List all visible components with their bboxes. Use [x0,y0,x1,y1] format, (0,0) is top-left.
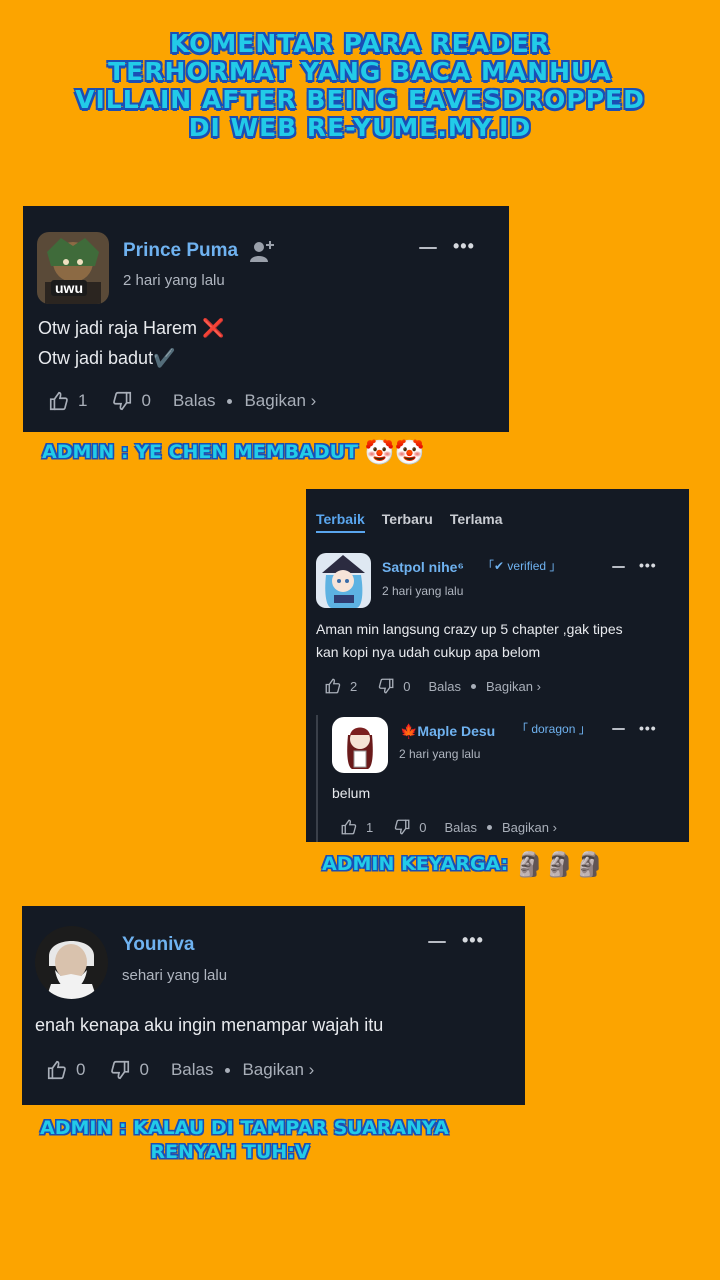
tab-terbaru[interactable]: Terbaru [382,511,433,533]
reply-button[interactable]: Balas [428,679,461,694]
username[interactable]: Youniva [122,934,195,956]
timestamp: sehari yang lalu [122,967,228,984]
like-icon[interactable] [46,1059,68,1081]
admin-note-3: ADMIN : KALAU DI TAMPAR SUARANYA RENYAH … [40,1116,449,1164]
headline-line-4: DI WEB RE-YUME.MY.ID [188,113,532,142]
separator-dot [227,398,233,404]
share-button[interactable]: Bagikan › [244,391,316,411]
reply-button[interactable]: Balas [171,1060,214,1080]
comment-card-youniva: Youniva sehari yang lalu ••• enah kenapa… [22,906,525,1105]
like-icon[interactable] [340,818,358,836]
share-button[interactable]: Bagikan › [486,679,541,694]
avatar-image [35,926,108,999]
like-icon[interactable] [324,677,342,695]
like-count: 1 [366,819,374,835]
dislike-count: 0 [419,819,427,835]
admin-note-3-line-2: RENYAH TUH:V [150,1141,310,1163]
admin-note-1-text: ADMIN : YE CHEN MEMBADUT [42,441,359,463]
like-count: 0 [76,1060,86,1079]
share-button[interactable]: Bagikan › [502,820,557,835]
admin-note-3-line-1: ADMIN : KALAU DI TAMPAR SUARANYA [40,1117,449,1139]
reply-text: belum [332,785,371,801]
comment-line-2: Otw jadi badut✔️ [38,348,176,368]
separator-dot [471,683,476,689]
avatar-image [332,717,388,773]
admin-note-1: ADMIN : YE CHEN MEMBADUT 🤡🤡 [42,440,424,465]
admin-note-2-text: ADMIN KEYARGA: [322,853,509,875]
dislike-icon[interactable] [111,390,133,412]
sort-tabs: Terbaik Terbaru Terlama [316,511,503,533]
username[interactable]: Satpol nihe⁶ [382,559,464,575]
comment-line-2: kan kopi nya udah cukup apa belom [316,644,541,660]
tab-terbaik[interactable]: Terbaik [316,511,365,533]
dislike-icon[interactable] [393,818,411,836]
separator-dot [487,824,492,830]
headline-line-3: VILLAIN AFTER BEING EAVESDROPPED [75,85,645,114]
like-count: 1 [78,391,88,410]
comment-card-prince-puma: uwu Prince Puma 2 hari yang lalu ••• Otw… [23,206,509,432]
more-options-icon[interactable]: ••• [639,557,657,573]
reply-actions: 1 0 Balas Bagikan › [340,818,557,836]
admin-note-2: ADMIN KEYARGA: 🗿🗿🗿 [322,852,604,877]
comment-actions: 2 0 Balas Bagikan › [324,677,541,695]
headline: KOMENTAR PARA READER TERHORMAT YANG BACA… [0,30,720,142]
like-count: 2 [350,678,358,694]
tab-terlama[interactable]: Terlama [450,511,503,533]
add-friend-icon[interactable] [249,238,275,269]
dislike-count: 0 [139,1060,149,1079]
avatar-image [316,553,371,608]
dislike-count: 0 [403,678,411,694]
verified-badge: 「✔ verified 」 [482,559,562,573]
reply-button[interactable]: Balas [173,391,216,411]
moai-emoji: 🗿🗿🗿 [514,850,605,879]
collapse-icon[interactable] [419,247,437,249]
comment-text: enah kenapa aku ingin menampar wajah itu [35,1015,384,1035]
share-button[interactable]: Bagikan › [242,1060,314,1080]
reply-button[interactable]: Balas [444,820,477,835]
avatar[interactable] [35,926,108,999]
timestamp: 2 hari yang lalu [123,272,225,289]
dislike-icon[interactable] [109,1059,131,1081]
avatar[interactable] [316,553,371,608]
comment-line-1: Otw jadi raja Harem ❌ [38,318,225,338]
timestamp: 2 hari yang lalu [382,584,464,598]
more-options-icon[interactable]: ••• [639,720,657,736]
timestamp: 2 hari yang lalu [399,747,481,761]
collapse-icon[interactable] [428,941,446,943]
comment-actions: 0 0 Balas Bagikan › [46,1059,314,1081]
reply-thread-line [316,715,318,842]
avatar-sticker-label: uwu [51,280,87,296]
headline-line-2: TERHORMAT YANG BACA MANHUA [108,57,612,86]
username[interactable]: 🍁Maple Desu [400,723,495,740]
avatar[interactable] [332,717,388,773]
more-options-icon[interactable]: ••• [462,930,484,951]
collapse-icon[interactable] [612,566,625,568]
avatar[interactable]: uwu [37,232,109,304]
comment-line-1: Aman min langsung crazy up 5 chapter ,ga… [316,621,623,637]
dislike-count: 0 [141,391,151,410]
separator-dot [225,1067,231,1073]
like-icon[interactable] [48,390,70,412]
more-options-icon[interactable]: ••• [453,236,475,257]
comment-thread-card: Terbaik Terbaru Terlama Satpol nihe⁶ 「✔ … [306,489,689,842]
role-badge: 「 doragon 」 [516,722,591,736]
clown-emoji: 🤡🤡 [364,438,425,467]
collapse-icon[interactable] [612,728,625,730]
headline-line-1: KOMENTAR PARA READER [169,29,551,58]
username[interactable]: Prince Puma [123,240,238,262]
comment-actions: 1 0 Balas Bagikan › [48,390,316,412]
dislike-icon[interactable] [377,677,395,695]
